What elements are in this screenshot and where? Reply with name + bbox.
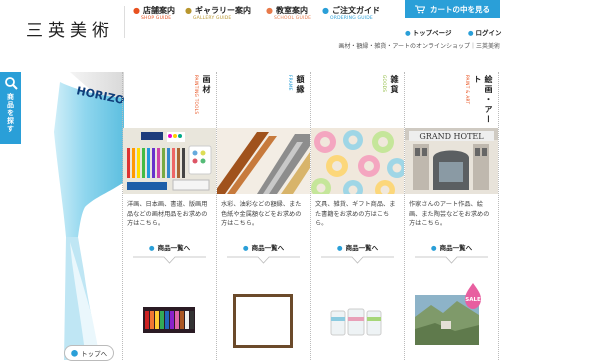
- nav-school-guide[interactable]: ● 教室案内 SCHOOL GUIDE: [266, 5, 311, 21]
- category-description: 水彩、油彩などの額縁、また色紙や金属額などをお求めの方はこちら。: [221, 201, 302, 228]
- list-link-label: 商品一覧へ: [251, 244, 285, 252]
- category-description: 洋画、日本画、書道、版画用品などの画材用品をお求めの方はこちら。: [127, 201, 208, 228]
- search-icon: [4, 77, 18, 90]
- drop-icon: ●: [133, 6, 140, 15]
- category-title[interactable]: 絵画・アート PAINT & ART: [465, 75, 494, 130]
- cart-label: カートの中を見る: [430, 4, 490, 14]
- sale-badge: SALE: [465, 297, 481, 303]
- category-en-name: GOODS: [382, 75, 387, 93]
- category-title[interactable]: 雑貨 GOODS: [382, 75, 400, 130]
- category-en-name: PAINT & ART: [465, 75, 470, 105]
- category-frame: 額縁 FRAME 水彩、油彩などの額縁、また色紙や金属額などをお求めの方はこちら…: [216, 72, 310, 360]
- category-title[interactable]: 画材 PAINTING TOOLS: [194, 75, 212, 130]
- nav-sublabel: SHOP GUIDE: [141, 16, 172, 21]
- drop-icon: ●: [242, 244, 249, 252]
- drop-icon: ●: [148, 244, 155, 252]
- divider: [415, 256, 488, 264]
- header-divider: [124, 6, 125, 38]
- category-paint-art: 絵画・アート PAINT & ART GRAND HOTEL 作家さんのアート作…: [404, 72, 499, 360]
- cart-icon: [415, 5, 425, 13]
- to-top-label: トップへ: [81, 350, 108, 358]
- nav-label: ギャラリー案内: [194, 6, 251, 15]
- goods-photo[interactable]: [311, 128, 404, 194]
- category-title[interactable]: 額縁 FRAME: [288, 75, 306, 130]
- hotel-sign: GRAND HOTEL: [419, 132, 484, 141]
- nav-label: ご注文ガイド: [331, 6, 380, 15]
- login-label: ログイン: [475, 29, 502, 37]
- drop-icon: ●: [336, 244, 343, 252]
- category-jp-name: 雑貨: [390, 75, 399, 95]
- drop-icon: ●: [467, 29, 474, 37]
- drop-icon: ●: [266, 6, 273, 15]
- frame-photo[interactable]: [217, 128, 310, 194]
- category-jp-name: 画材: [202, 75, 211, 95]
- paint-art-list-link[interactable]: ● 商品一覧へ: [405, 242, 498, 252]
- site-logo[interactable]: 三英美術: [26, 16, 114, 41]
- category-painting-tools: 画材 PAINTING TOOLS 洋画、日本画、書道、版画用品などの画材用品を…: [122, 72, 216, 360]
- goods-list-link[interactable]: ● 商品一覧へ: [311, 242, 404, 252]
- divider: [321, 256, 394, 264]
- paint-art-photo[interactable]: GRAND HOTEL: [405, 128, 498, 194]
- painting-tools-product-image[interactable]: [123, 277, 216, 360]
- top-page-label: トップページ: [412, 29, 452, 37]
- list-link-label: 商品一覧へ: [345, 244, 379, 252]
- category-en-name: FRAME: [288, 75, 293, 91]
- paint-art-product-image[interactable]: SALE: [405, 277, 498, 360]
- drop-icon: ●: [185, 6, 192, 15]
- list-link-label: 商品一覧へ: [439, 244, 473, 252]
- divider: [133, 256, 206, 264]
- nav-label: 店舗案内: [142, 6, 175, 15]
- category-goods: 雑貨 GOODS 文具、雑貨、ギフト商品、また書籍をお求めの方はこちら。 ● 商品…: [310, 72, 404, 360]
- category-description: 作家さんのアート作品、絵画、また陶芸などをお求めの方はこちら。: [409, 201, 490, 228]
- nav-sublabel: ORDERING GUIDE: [330, 16, 373, 21]
- nav-sublabel: GALLERY GUIDE: [193, 16, 232, 21]
- search-products-tab[interactable]: 商品を探す: [0, 72, 21, 144]
- search-tab-label: 商品を探す: [6, 93, 15, 133]
- top-page-link[interactable]: ● トップページ: [405, 29, 459, 37]
- cart-button[interactable]: カートの中を見る: [405, 0, 500, 18]
- to-top-button[interactable]: ⬤ トップへ: [64, 345, 114, 361]
- drop-icon: ●: [405, 29, 411, 37]
- frame-product-image[interactable]: [217, 277, 310, 360]
- divider: [227, 256, 300, 264]
- category-grid: 画材 PAINTING TOOLS 洋画、日本画、書道、版画用品などの画材用品を…: [122, 72, 499, 360]
- painting-tools-photo[interactable]: [123, 128, 216, 194]
- paint-tube-image: HORIZON: [40, 72, 124, 360]
- login-link[interactable]: ● ログイン: [468, 29, 509, 37]
- nav-sublabel: SCHOOL GUIDE: [274, 16, 312, 21]
- frame-list-link[interactable]: ● 商品一覧へ: [217, 242, 310, 252]
- nav-ordering-guide[interactable]: ● ご注文ガイド ORDERING GUIDE: [322, 5, 380, 21]
- drop-icon: ●: [322, 6, 329, 15]
- goods-product-image[interactable]: [311, 277, 404, 360]
- tagline: 画材・額縁・雑貨・アートのオンラインショップ｜三英美術: [338, 43, 500, 50]
- painting-tools-list-link[interactable]: ● 商品一覧へ: [123, 242, 216, 252]
- category-jp-name: 絵画・アート: [473, 75, 493, 125]
- arrow-up-icon: ⬤: [70, 349, 79, 357]
- drop-icon: ●: [430, 244, 437, 252]
- list-link-label: 商品一覧へ: [157, 244, 191, 252]
- utility-links: ● トップページ ● ログイン: [405, 27, 515, 37]
- category-jp-name: 額縁: [296, 75, 305, 95]
- category-en-name: PAINTING TOOLS: [194, 75, 199, 115]
- nav-shop-guide[interactable]: ● 店舗案内 SHOP GUIDE: [133, 5, 175, 21]
- nav-gallery-guide[interactable]: ● ギャラリー案内 GALLERY GUIDE: [185, 5, 251, 21]
- category-description: 文具、雑貨、ギフト商品、また書籍をお求めの方はこちら。: [315, 201, 396, 228]
- nav-label: 教室案内: [275, 6, 308, 15]
